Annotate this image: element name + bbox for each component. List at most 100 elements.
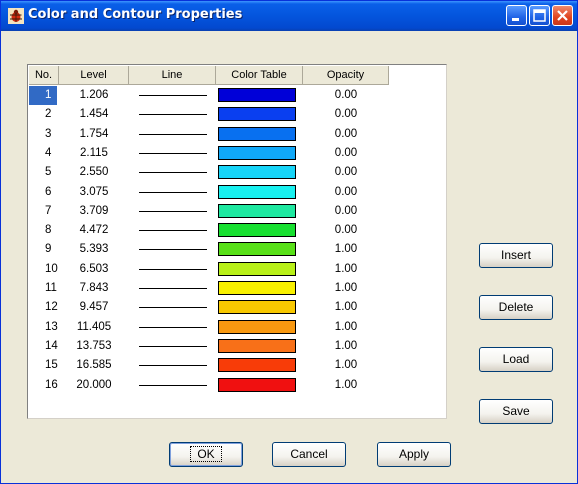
table-row[interactable]: 7 3.709 0.00 [29, 202, 439, 221]
row-line-style[interactable] [129, 260, 216, 279]
row-level[interactable]: 13.753 [59, 337, 129, 356]
row-level[interactable]: 5.393 [59, 240, 129, 259]
table-row[interactable]: 3 1.754 0.00 [29, 125, 439, 144]
load-button[interactable]: Load [479, 347, 553, 372]
row-color-swatch[interactable] [216, 183, 303, 202]
row-line-style[interactable] [129, 125, 216, 144]
row-line-style[interactable] [129, 356, 216, 375]
save-button[interactable]: Save [479, 399, 553, 424]
row-line-style[interactable] [129, 105, 216, 124]
row-color-swatch[interactable] [216, 240, 303, 259]
row-opacity[interactable]: 0.00 [303, 125, 389, 144]
row-opacity[interactable]: 0.00 [303, 221, 389, 240]
row-color-swatch[interactable] [216, 356, 303, 375]
table-row[interactable]: 8 4.472 0.00 [29, 221, 439, 240]
row-opacity[interactable]: 0.00 [303, 86, 389, 105]
apply-button[interactable]: Apply [377, 442, 451, 467]
row-opacity[interactable]: 1.00 [303, 376, 389, 395]
row-opacity[interactable]: 1.00 [303, 279, 389, 298]
row-color-swatch[interactable] [216, 221, 303, 240]
header-line[interactable]: Line [129, 66, 216, 85]
row-level[interactable]: 3.075 [59, 183, 129, 202]
row-color-swatch[interactable] [216, 318, 303, 337]
contour-levels-table[interactable]: No. Level Line Color Table Opacity 1 1.20… [27, 64, 447, 419]
table-row[interactable]: 5 2.550 0.00 [29, 163, 439, 182]
row-level[interactable]: 1.206 [59, 86, 129, 105]
line-sample [139, 95, 207, 96]
row-level[interactable]: 6.503 [59, 260, 129, 279]
row-opacity[interactable]: 1.00 [303, 298, 389, 317]
row-level[interactable]: 16.585 [59, 356, 129, 375]
row-color-swatch[interactable] [216, 86, 303, 105]
color-swatch [218, 261, 296, 276]
row-line-style[interactable] [129, 318, 216, 337]
row-opacity[interactable]: 1.00 [303, 318, 389, 337]
row-color-swatch[interactable] [216, 125, 303, 144]
insert-button[interactable]: Insert [479, 243, 553, 268]
table-row[interactable]: 2 1.454 0.00 [29, 105, 439, 124]
table-row[interactable]: 15 16.585 1.00 [29, 356, 439, 375]
header-opacity[interactable]: Opacity [303, 66, 389, 85]
row-level[interactable]: 2.115 [59, 144, 129, 163]
row-level[interactable]: 4.472 [59, 221, 129, 240]
cancel-button[interactable]: Cancel [272, 442, 346, 467]
row-color-swatch[interactable] [216, 337, 303, 356]
row-line-style[interactable] [129, 240, 216, 259]
row-level[interactable]: 7.843 [59, 279, 129, 298]
table-row[interactable]: 16 20.000 1.00 [29, 376, 439, 395]
row-number: 11 [45, 282, 57, 294]
close-button[interactable] [552, 5, 573, 26]
row-color-swatch[interactable] [216, 279, 303, 298]
row-line-style[interactable] [129, 183, 216, 202]
row-level[interactable]: 3.709 [59, 202, 129, 221]
table-row[interactable]: 6 3.075 0.00 [29, 183, 439, 202]
row-line-style[interactable] [129, 202, 216, 221]
row-level[interactable]: 11.405 [59, 318, 129, 337]
table-row[interactable]: 1 1.206 0.00 [29, 86, 439, 105]
row-level[interactable]: 2.550 [59, 163, 129, 182]
row-opacity[interactable]: 1.00 [303, 337, 389, 356]
row-opacity[interactable]: 1.00 [303, 240, 389, 259]
row-line-style[interactable] [129, 376, 216, 395]
row-color-swatch[interactable] [216, 298, 303, 317]
row-opacity[interactable]: 0.00 [303, 183, 389, 202]
row-color-swatch[interactable] [216, 376, 303, 395]
row-opacity[interactable]: 0.00 [303, 163, 389, 182]
row-line-style[interactable] [129, 163, 216, 182]
table-row[interactable]: 11 7.843 1.00 [29, 279, 439, 298]
row-opacity[interactable]: 0.00 [303, 105, 389, 124]
delete-button[interactable]: Delete [479, 295, 553, 320]
row-level[interactable]: 9.457 [59, 298, 129, 317]
row-line-style[interactable] [129, 298, 216, 317]
table-row[interactable]: 9 5.393 1.00 [29, 240, 439, 259]
table-row[interactable]: 13 11.405 1.00 [29, 318, 439, 337]
row-line-style[interactable] [129, 337, 216, 356]
header-color-table[interactable]: Color Table [216, 66, 303, 85]
minimize-button[interactable] [506, 5, 527, 26]
ok-button[interactable]: OK [169, 442, 243, 467]
maximize-button[interactable] [529, 5, 550, 26]
row-level[interactable]: 1.454 [59, 105, 129, 124]
row-opacity[interactable]: 0.00 [303, 144, 389, 163]
row-opacity[interactable]: 1.00 [303, 260, 389, 279]
header-no[interactable]: No. [29, 66, 59, 85]
row-line-style[interactable] [129, 86, 216, 105]
row-opacity[interactable]: 0.00 [303, 202, 389, 221]
row-level[interactable]: 20.000 [59, 376, 129, 395]
table-row[interactable]: 14 13.753 1.00 [29, 337, 439, 356]
table-row[interactable]: 12 9.457 1.00 [29, 298, 439, 317]
row-color-swatch[interactable] [216, 163, 303, 182]
row-line-style[interactable] [129, 144, 216, 163]
row-line-style[interactable] [129, 221, 216, 240]
row-line-style[interactable] [129, 279, 216, 298]
title-bar[interactable]: Color and Contour Properties [1, 1, 577, 31]
header-level[interactable]: Level [59, 66, 129, 85]
row-color-swatch[interactable] [216, 202, 303, 221]
table-row[interactable]: 10 6.503 1.00 [29, 260, 439, 279]
table-row[interactable]: 4 2.115 0.00 [29, 144, 439, 163]
row-color-swatch[interactable] [216, 144, 303, 163]
row-opacity[interactable]: 1.00 [303, 356, 389, 375]
row-level[interactable]: 1.754 [59, 125, 129, 144]
row-color-swatch[interactable] [216, 260, 303, 279]
row-color-swatch[interactable] [216, 105, 303, 124]
